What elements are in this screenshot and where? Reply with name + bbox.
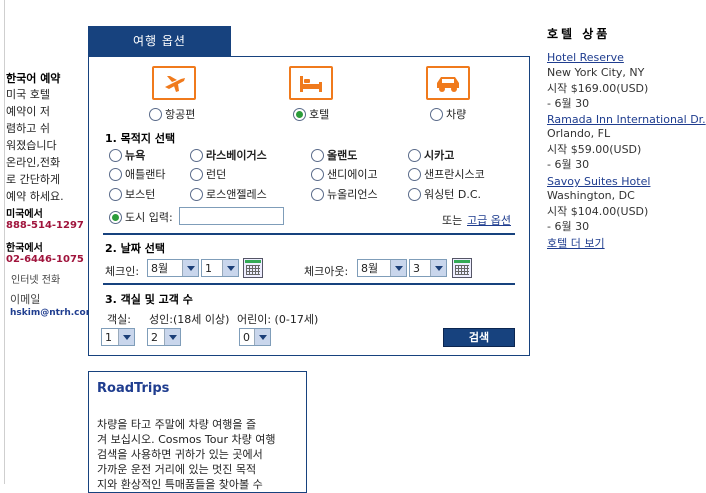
checkin-month-select[interactable]: 8월 — [147, 259, 199, 277]
destination-heading: 1. 목적지 선택 — [105, 132, 176, 145]
more-hotels-link[interactable]: 호텔 더 보기 — [547, 235, 605, 251]
hotel-date-1: - 6월 30 — [547, 97, 590, 110]
rooms-label: 객실: — [107, 313, 131, 326]
email-address[interactable]: hskim@ntrh.com — [10, 308, 95, 318]
hotel-link-1[interactable]: Hotel Reserve — [547, 51, 624, 64]
hotel-price-2: 시작 $59.00(USD) — [547, 143, 642, 156]
checkout-month-select[interactable]: 8월 — [357, 259, 407, 277]
airplane-icon[interactable] — [152, 66, 196, 100]
advanced-options-link[interactable]: 고급 옵션 — [467, 212, 511, 228]
city-radio-london[interactable] — [190, 168, 203, 181]
city-input-label: 도시 입력: — [125, 211, 173, 224]
mode-radio-flight[interactable] — [149, 108, 162, 121]
hotel-price-3: 시작 $104.00(USD) — [547, 205, 649, 218]
hotel-link-2[interactable]: Ramada Inn International Dr. — [547, 113, 706, 126]
chevron-down-icon — [222, 260, 238, 276]
hotel-date-3: - 6월 30 — [547, 220, 590, 233]
city-radio-custom[interactable] — [109, 211, 122, 224]
us-phone: 888-514-1297 — [6, 220, 84, 231]
checkin-calendar-icon[interactable] — [243, 258, 263, 278]
hotel-date-2: - 6월 30 — [547, 158, 590, 171]
sidebar-title: 한국어 예약 — [6, 72, 61, 85]
city-radio-los-angeles[interactable] — [190, 188, 203, 201]
chevron-down-icon — [182, 260, 198, 276]
rooms-select[interactable]: 1 — [101, 328, 135, 346]
city-radio-chicago[interactable] — [408, 149, 421, 162]
chevron-down-icon — [390, 260, 406, 276]
hotel-location-2: Orlando, FL — [547, 127, 611, 140]
search-button[interactable]: 검색 — [443, 328, 515, 347]
us-label: 미국에서 — [6, 209, 43, 220]
city-radio-washington[interactable] — [408, 188, 421, 201]
city-label-san-francisco: 샌프란시스코 — [424, 168, 485, 181]
section-divider — [103, 283, 515, 285]
city-label-boston: 보스턴 — [125, 188, 156, 201]
adults-select[interactable]: 2 — [147, 328, 181, 346]
city-label-orlando: 올랜도 — [327, 149, 358, 162]
kr-phone: 02-6446-1075 — [6, 254, 84, 265]
city-radio-boston[interactable] — [109, 188, 122, 201]
hotel-location-3: Washington, DC — [547, 189, 635, 202]
city-label-new-orleans: 뉴올리언스 — [327, 188, 378, 201]
chevron-down-icon — [430, 260, 446, 276]
roadtrips-description: 차량을 타고 주말에 차량 여행을 즐 겨 보십시오. Cosmos Tour … — [97, 418, 276, 491]
city-label-new-york: 뉴욕 — [125, 149, 146, 162]
roadtrips-title: RoadTrips — [97, 381, 170, 396]
city-label-san-diego: 샌디에이고 — [327, 168, 378, 181]
city-radio-las-vegas[interactable] — [190, 149, 203, 162]
hotel-deals-title: 호텔 상품 — [547, 27, 611, 41]
checkout-calendar-icon[interactable] — [452, 258, 472, 278]
mode-label-flight: 항공편 — [165, 108, 196, 121]
chevron-down-icon — [254, 329, 270, 345]
email-label: 이메일 — [10, 293, 41, 306]
city-label-las-vegas: 라스베이거스 — [206, 149, 267, 162]
mode-label-hotel: 호텔 — [309, 108, 330, 121]
roadtrips-box: RoadTrips 차량을 타고 주말에 차량 여행을 즐 겨 보십시오. Co… — [88, 371, 307, 493]
chevron-down-icon — [164, 329, 180, 345]
city-radio-san-francisco[interactable] — [408, 168, 421, 181]
checkout-day-select[interactable]: 3 — [409, 259, 447, 277]
city-label-atlanta: 애틀랜타 — [125, 168, 166, 181]
adults-label: 성인:(18세 이상) — [149, 313, 230, 326]
checkout-label: 체크아웃: — [304, 265, 349, 278]
city-label-london: 런던 — [206, 168, 227, 181]
city-label-washington: 워싱턴 D.C. — [424, 188, 482, 201]
city-radio-new-orleans[interactable] — [311, 188, 324, 201]
children-select[interactable]: 0 — [239, 328, 271, 346]
or-label: 또는 — [442, 214, 463, 227]
city-label-chicago: 시카고 — [424, 149, 455, 162]
korean-booking-sidebar: 한국어 예약 미국 호텔 예약이 저 렴하고 쉬 워졌습니다 온라인,전화 로 … — [6, 70, 86, 205]
mode-label-car: 차량 — [446, 108, 467, 121]
children-label: 어린이: (0-17세) — [237, 313, 319, 326]
mode-radio-car[interactable] — [430, 108, 443, 121]
city-label-los-angeles: 로스앤젤레스 — [206, 188, 267, 201]
city-radio-atlanta[interactable] — [109, 168, 122, 181]
city-radio-orlando[interactable] — [311, 149, 324, 162]
kr-label: 한국에서 — [6, 243, 43, 254]
city-radio-new-york[interactable] — [109, 149, 122, 162]
internet-phone-label: 인터넷 전화 — [11, 275, 61, 286]
mode-radio-hotel[interactable] — [293, 108, 306, 121]
checkin-day-select[interactable]: 1 — [201, 259, 239, 277]
hotel-location-1: New York City, NY — [547, 66, 645, 79]
section-divider — [103, 233, 515, 235]
guests-heading: 3. 객실 및 고객 수 — [105, 293, 193, 306]
dates-heading: 2. 날짜 선택 — [105, 242, 165, 255]
city-input[interactable] — [179, 207, 284, 225]
bed-icon[interactable] — [289, 66, 333, 100]
sidebar-description: 미국 호텔 예약이 저 렴하고 쉬 워졌습니다 온라인,전화 로 간단하게 예약… — [6, 88, 64, 203]
chevron-down-icon — [118, 329, 134, 345]
hotel-price-1: 시작 $169.00(USD) — [547, 82, 649, 95]
city-radio-san-diego[interactable] — [311, 168, 324, 181]
left-border — [0, 0, 5, 484]
checkin-label: 체크인: — [105, 265, 140, 278]
hotel-link-3[interactable]: Savoy Suites Hotel — [547, 175, 650, 188]
car-icon[interactable] — [426, 66, 470, 100]
travel-options-panel: 항공편 호텔 차량 1. 목적지 선택 뉴욕 라스베이거스 올랜도 시카고 애틀… — [88, 56, 530, 356]
tab-travel-options[interactable]: 여행 옵션 — [88, 26, 231, 57]
